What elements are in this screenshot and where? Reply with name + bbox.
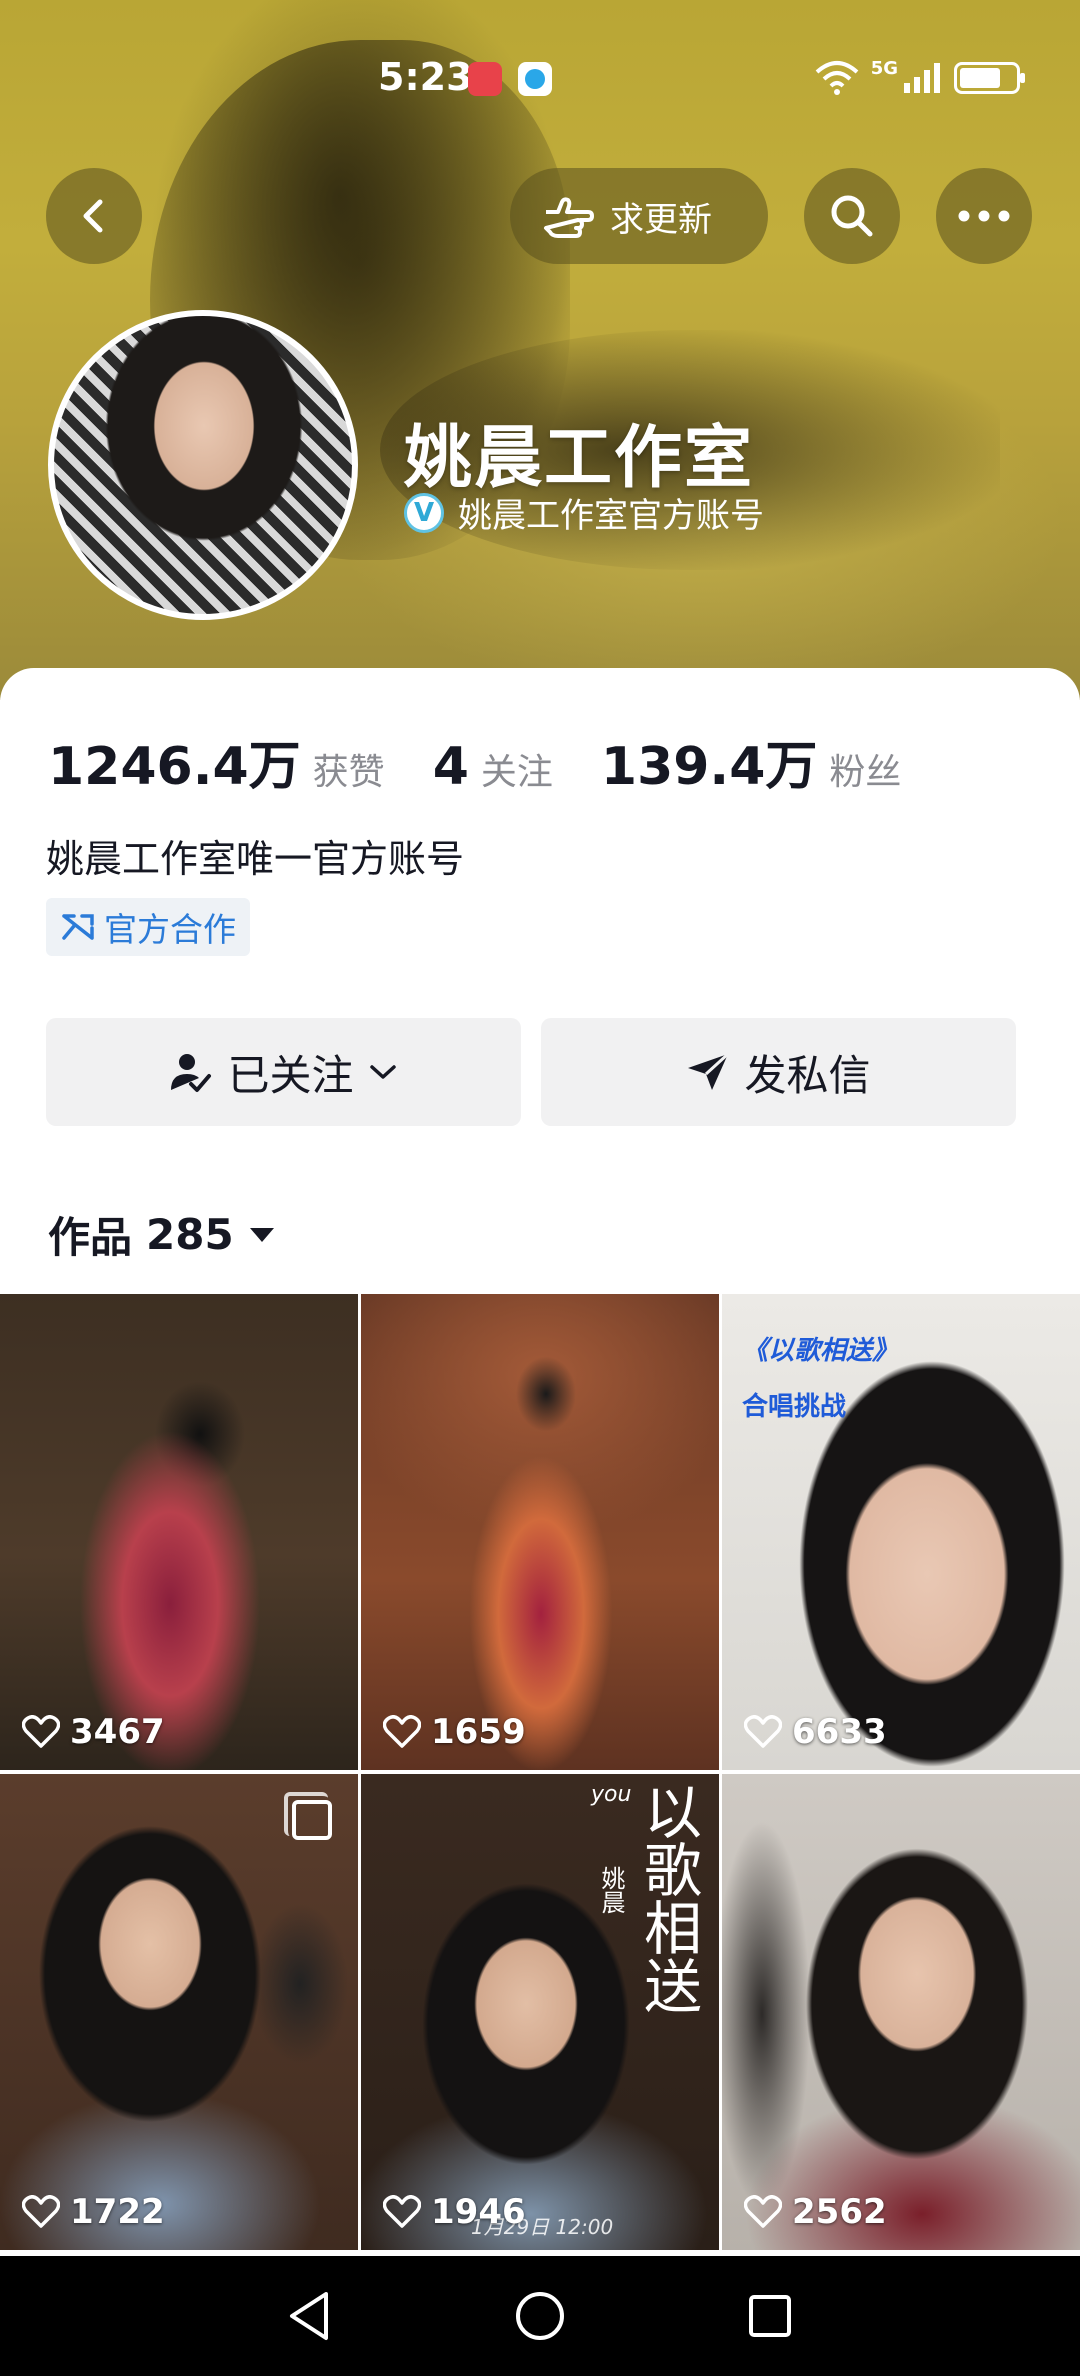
video-tile[interactable]: 2562 <box>722 1774 1080 2250</box>
send-icon <box>688 1052 730 1090</box>
video-grid: 3467 1659 《以歌相送》 合唱挑战 6633 1722 you 以歌相送… <box>0 1294 1080 2254</box>
profile-name: 姚晨工作室 <box>404 419 755 498</box>
like-count: 1946 <box>431 2192 526 2232</box>
pointing-hand-icon <box>544 197 594 238</box>
nav-home-button[interactable] <box>510 2286 570 2346</box>
like-count: 1659 <box>431 1712 526 1752</box>
following-label: 已关注 <box>227 1050 354 1100</box>
request-update-label: 求更新 <box>610 199 712 240</box>
like-count: 6633 <box>792 1712 887 1752</box>
video-tile[interactable]: you 以歌相送 姚晨 1月29日 12:00 1946 <box>361 1774 719 2250</box>
video-overlay-title: 《以歌相送》 <box>742 1336 899 1366</box>
circle-home-icon <box>516 2292 564 2340</box>
status-bar: 5:23 5G <box>0 0 1080 160</box>
notification-app-icon <box>468 62 502 96</box>
video-overlay-subtitle: 合唱挑战 <box>742 1392 847 1422</box>
wifi-icon <box>815 61 859 95</box>
stat-followers-label: 粉丝 <box>829 752 902 793</box>
heart-icon <box>22 2195 60 2228</box>
profile-stats: 1246.4万 获赞 4 关注 139.4万 粉丝 <box>48 724 949 799</box>
nav-back-button[interactable] <box>280 2286 340 2346</box>
video-tile[interactable]: 1659 <box>361 1294 719 1770</box>
video-tile[interactable]: 《以歌相送》 合唱挑战 6633 <box>722 1294 1080 1770</box>
works-label: 作品 <box>48 1213 133 1262</box>
heart-icon <box>383 1715 421 1748</box>
video-overlay-name: 姚晨 <box>597 1866 625 1914</box>
avatar[interactable] <box>48 310 358 620</box>
like-count: 3467 <box>70 1712 165 1752</box>
tile-likes: 6633 <box>744 1712 887 1752</box>
user-check-icon <box>171 1054 212 1092</box>
battery-icon <box>954 62 1025 94</box>
like-count: 1722 <box>70 2192 165 2232</box>
official-cooperation-label: 官方合作 <box>104 910 236 949</box>
works-tab[interactable]: 作品 285 <box>48 1204 276 1265</box>
tile-likes: 3467 <box>22 1712 165 1752</box>
tile-likes: 2562 <box>744 2192 887 2232</box>
tile-likes: 1722 <box>22 2192 165 2232</box>
stat-likes-label: 获赞 <box>312 752 385 793</box>
video-overlay-title: 以歌相送 <box>634 1782 702 2014</box>
back-button[interactable] <box>46 168 142 264</box>
official-cooperation-tag[interactable]: 官方合作 <box>46 898 250 956</box>
triangle-back-icon <box>290 2292 328 2340</box>
heart-icon <box>744 2195 782 2228</box>
profile-info-card: 1246.4万 获赞 4 关注 139.4万 粉丝 姚晨工作室唯一官方账号 官方… <box>0 668 1080 1288</box>
more-dots-icon <box>958 210 1010 222</box>
system-navigation-bar <box>0 2256 1080 2376</box>
verified-badge-icon: V <box>404 492 444 533</box>
send-message-label: 发私信 <box>744 1050 871 1100</box>
status-icons: 5G <box>815 57 1025 98</box>
network-type-label: 5G <box>870 57 898 79</box>
send-message-button[interactable]: 发私信 <box>541 1018 1016 1126</box>
verification-row: V 姚晨工作室官方账号 <box>404 488 764 537</box>
video-overlay-prefix: you <box>591 1782 632 1807</box>
chevron-down-icon <box>369 1065 396 1079</box>
stat-following-number: 4 <box>432 737 469 797</box>
multi-image-icon <box>284 1792 332 1840</box>
tile-likes: 1946 <box>383 2192 526 2232</box>
chevron-left-icon <box>83 199 103 233</box>
search-icon <box>831 195 873 237</box>
heart-icon <box>383 2195 421 2228</box>
video-tile[interactable]: 3467 <box>0 1294 358 1770</box>
stat-followers[interactable]: 139.4万 粉丝 <box>601 724 902 799</box>
request-update-button[interactable]: 求更新 <box>510 168 768 264</box>
video-tile[interactable]: 1722 <box>0 1774 358 2250</box>
verification-text: 姚晨工作室官方账号 <box>458 496 764 536</box>
search-button[interactable] <box>804 168 900 264</box>
status-time: 5:23 <box>378 55 473 99</box>
like-count: 2562 <box>792 2192 887 2232</box>
stat-followers-number: 139.4万 <box>600 737 818 797</box>
following-button[interactable]: 已关注 <box>46 1018 521 1126</box>
signal-icon <box>904 63 940 93</box>
caret-down-icon <box>249 1227 274 1242</box>
works-count: 285 <box>146 1210 234 1259</box>
stat-likes-number: 1246.4万 <box>48 737 301 797</box>
heart-icon <box>744 1715 782 1748</box>
heart-icon <box>22 1715 60 1748</box>
square-recents-icon <box>749 2295 791 2337</box>
nav-recents-button[interactable] <box>740 2286 800 2346</box>
more-options-button[interactable] <box>936 168 1032 264</box>
action-buttons: 已关注 发私信 <box>46 1018 1016 1126</box>
stat-following[interactable]: 4 关注 <box>433 737 553 797</box>
tile-likes: 1659 <box>383 1712 526 1752</box>
cooperation-icon <box>62 914 94 940</box>
stat-following-label: 关注 <box>480 752 553 793</box>
stat-likes[interactable]: 1246.4万 获赞 <box>48 724 385 799</box>
notification-browser-icon <box>518 62 552 96</box>
profile-bio: 姚晨工作室唯一官方账号 <box>46 837 465 881</box>
